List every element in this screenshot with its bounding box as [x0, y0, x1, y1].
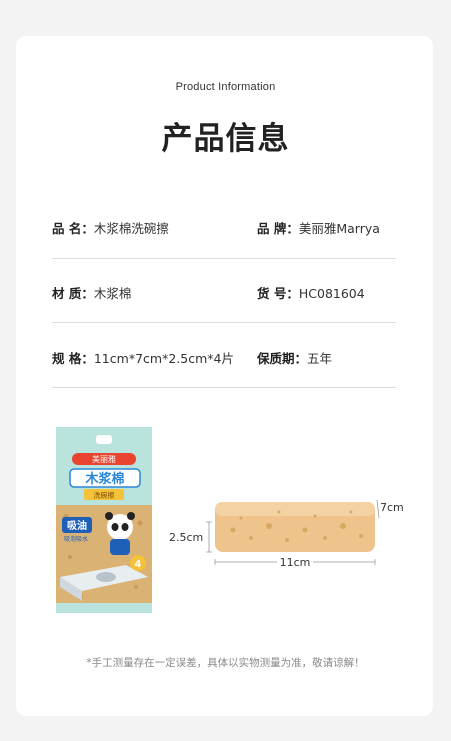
spec-row: 品 名：木浆棉洗碗擦 品 牌：美丽雅Marrya	[52, 218, 396, 242]
spec-label-size: 规 格：	[52, 351, 94, 366]
measurement-footnote: *手工测量存在一定误差，具体以实物测量为准，敬请谅解！	[86, 657, 365, 669]
package-brand: 美丽雅	[92, 454, 116, 464]
spec-label-name: 品 名：	[52, 221, 94, 236]
dimension-height-label: 2.5cm	[169, 531, 203, 544]
package-image: 美丽雅 木浆棉 洗碗擦 吸油 吸泡吸水 4	[56, 427, 152, 613]
spec-label-material: 材 质：	[52, 286, 94, 301]
spec-label-shelf-life: 保质期：	[257, 351, 308, 366]
package-product-name: 木浆棉	[84, 471, 124, 487]
spec-value-name: 木浆棉洗碗擦	[93, 221, 169, 236]
spec-row: 规 格：11cm*7cm*2.5cm*4片 保质期：五年	[52, 348, 396, 372]
package-badge-sub: 吸泡吸水	[64, 535, 88, 543]
spec-value-size: 11cm*7cm*2.5cm*4片	[93, 351, 234, 366]
divider	[52, 387, 396, 388]
spec-value-sku: HC081604	[298, 286, 365, 301]
package-count: 4	[135, 559, 142, 570]
divider	[52, 258, 396, 259]
spec-label-sku: 货 号：	[257, 286, 299, 301]
package-badge: 吸油	[67, 519, 87, 532]
spec-label-brand: 品 牌：	[257, 221, 299, 236]
spec-row: 材 质：木浆棉 货 号：HC081604	[52, 283, 396, 307]
section-title: 产品信息	[161, 121, 290, 157]
divider	[52, 322, 396, 323]
section-subtitle: Product Information	[175, 81, 276, 93]
package-tag: 洗碗擦	[94, 491, 115, 500]
dimension-depth-label: 7cm	[380, 501, 404, 514]
spec-value-shelf-life: 五年	[307, 351, 333, 366]
spec-value-material: 木浆棉	[93, 286, 132, 301]
spec-value-brand: 美丽雅Marrya	[298, 221, 380, 236]
dimension-length-label: 11cm	[280, 556, 311, 569]
sponge-dimension-figure: 2.5cm 7cm 11cm	[169, 499, 404, 569]
